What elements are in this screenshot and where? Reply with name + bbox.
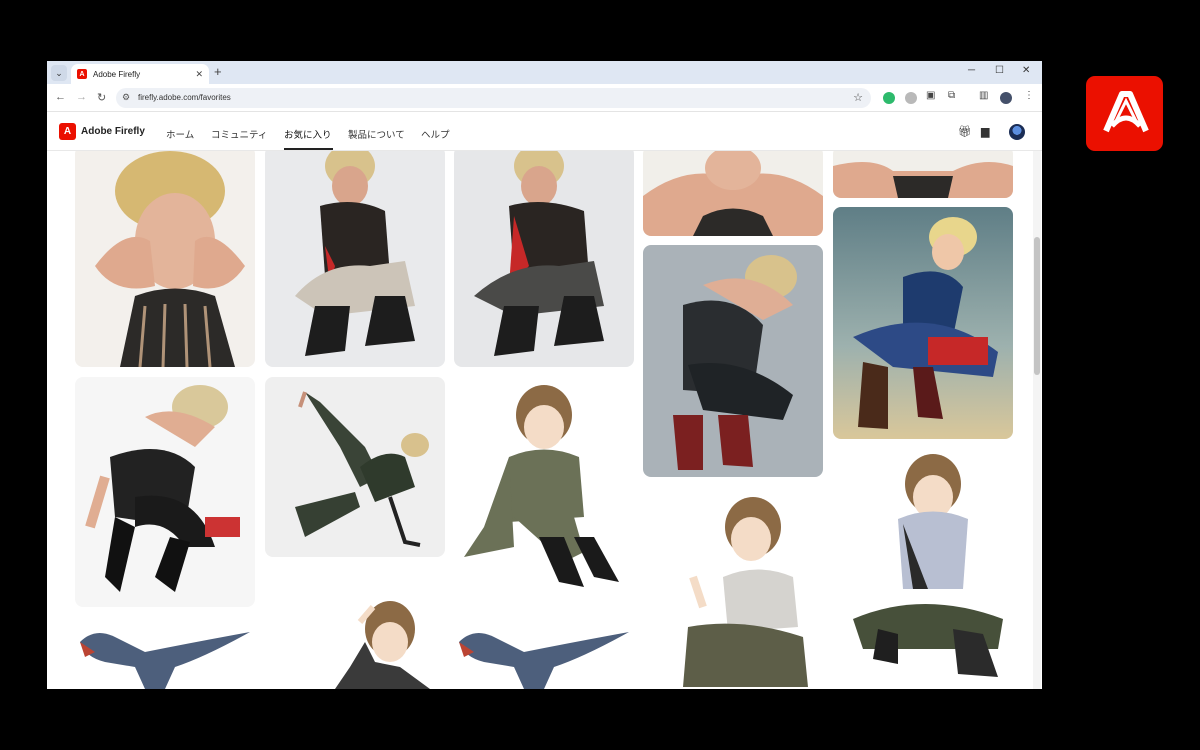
nav-help[interactable]: ヘルプ: [421, 127, 450, 141]
crouching-boots-image: [265, 151, 445, 367]
tab-title: Adobe Firefly: [93, 69, 141, 79]
nav-community[interactable]: コミュニティ: [211, 127, 267, 141]
adobe-logo-mark-icon: [1103, 91, 1149, 133]
extensions-puzzle-icon[interactable]: ⧉: [948, 90, 955, 101]
tab-search-icon[interactable]: ⌄: [51, 65, 67, 81]
url-text[interactable]: firefly.adobe.com/favorites: [138, 93, 231, 102]
gallery-item-anime-sitting-jacket[interactable]: [454, 377, 634, 607]
tab-strip: ⌄ A Adobe Firefly ✕ + ─ ☐ ✕: [47, 61, 1042, 84]
extension-green-icon[interactable]: [883, 92, 895, 104]
app-header: A Adobe Firefly ホーム コミュニティ お気に入り 製品について …: [47, 113, 1042, 151]
gallery-item-photo-hands-face-top[interactable]: [643, 151, 823, 236]
gallery-item-dinosaur-render-2[interactable]: [454, 617, 634, 689]
reload-icon[interactable]: ↻: [97, 91, 106, 104]
side-panel-icon[interactable]: ▥: [979, 90, 988, 101]
nav-favorites[interactable]: お気に入り: [284, 127, 332, 141]
app-name[interactable]: Adobe Firefly: [81, 126, 145, 137]
gallery-item-anime-sitting-vest[interactable]: [833, 449, 1013, 689]
anime-hand-head-image: [265, 567, 445, 689]
legs-up-pose-image: [265, 377, 445, 557]
close-window-icon[interactable]: ✕: [1022, 65, 1030, 76]
crouching-leather-image: [643, 245, 823, 477]
anime-sitting-jacket-image: [454, 377, 634, 607]
address-bar[interactable]: ⚙ firefly.adobe.com/favorites ☆: [116, 88, 871, 108]
crouching-photo-image: [75, 377, 255, 607]
gallery-item-photo-crouching-boots[interactable]: [265, 151, 445, 367]
browser-window: ⌄ A Adobe Firefly ✕ + ─ ☐ ✕ ← → ↻ ⚙ fire…: [47, 61, 1042, 689]
minimize-icon[interactable]: ─: [968, 65, 975, 76]
dinosaur-2-image: [454, 617, 634, 689]
tab-close-icon[interactable]: ✕: [195, 69, 203, 80]
gift-icon[interactable]: 🎁︎: [958, 125, 972, 138]
scrollbar-thumb[interactable]: [1034, 237, 1040, 375]
gallery-item-photo-crouching-leather[interactable]: [643, 245, 823, 477]
favorites-gallery: [47, 151, 1031, 689]
gallery-item-photo-crouching-black[interactable]: [75, 377, 255, 607]
extension-terminal-icon[interactable]: ▣: [926, 90, 935, 101]
anime-sitting-pants-image: [643, 487, 823, 689]
crouching-boots-2-image: [454, 151, 634, 367]
hands-face-top-image: [643, 151, 823, 236]
new-tab-icon[interactable]: +: [214, 65, 222, 79]
gallery-item-anime-hand-head[interactable]: [265, 567, 445, 689]
user-avatar[interactable]: [1009, 124, 1025, 140]
gallery-item-photo-crouching-boots-2[interactable]: [454, 151, 634, 367]
extension-gray-icon[interactable]: [905, 92, 917, 104]
dinosaur-image: [75, 617, 255, 689]
gallery-item-photo-legs-up-pose[interactable]: [265, 377, 445, 557]
gallery-item-illustration-crouching-blue[interactable]: [833, 207, 1013, 439]
back-icon[interactable]: ←: [55, 91, 66, 103]
forward-icon[interactable]: →: [76, 91, 87, 103]
gallery-item-dinosaur-render[interactable]: [75, 617, 255, 689]
browser-tab[interactable]: A Adobe Firefly ✕: [71, 64, 209, 84]
feedback-icon[interactable]: ▆: [981, 125, 989, 138]
gallery-item-photo-top-crop[interactable]: [833, 151, 1013, 198]
browser-toolbar: ← → ↻ ⚙ firefly.adobe.com/favorites ☆ ▣ …: [47, 84, 1042, 112]
site-settings-icon[interactable]: ⚙: [122, 92, 130, 103]
profile-avatar-icon[interactable]: [1000, 92, 1012, 104]
gallery-item-anime-sitting-pants[interactable]: [643, 487, 823, 689]
bookmark-star-icon[interactable]: ☆: [853, 91, 863, 104]
crouching-blue-image: [833, 207, 1013, 439]
firefly-logo-icon[interactable]: A: [59, 123, 76, 140]
nav-home[interactable]: ホーム: [166, 127, 194, 141]
adobe-app-logo-icon: [1086, 76, 1163, 151]
anime-sitting-vest-image: [833, 449, 1013, 689]
browser-menu-icon[interactable]: ⋮: [1024, 90, 1034, 101]
adobe-favicon-icon: A: [77, 69, 87, 79]
active-nav-indicator: [284, 148, 333, 150]
gallery-item-photo-portrait-hands-face[interactable]: [75, 151, 255, 367]
page-scrollbar[interactable]: [1033, 151, 1041, 689]
maximize-icon[interactable]: ☐: [995, 65, 1004, 76]
top-crop-image: [833, 151, 1013, 198]
portrait-image: [75, 151, 255, 367]
nav-about[interactable]: 製品について: [348, 127, 405, 141]
